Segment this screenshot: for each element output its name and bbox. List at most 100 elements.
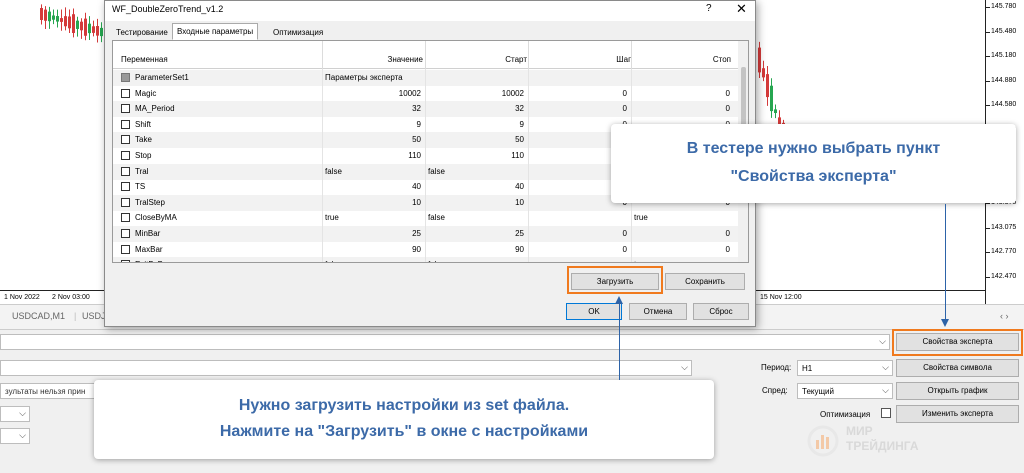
row-checkbox[interactable]: [121, 229, 130, 238]
symbol-tab[interactable]: USDCAD,M1: [12, 311, 65, 321]
cell-variable: Stop: [135, 151, 152, 160]
row-checkbox[interactable]: [121, 119, 130, 129]
chevron-down-icon: ⌵: [19, 408, 26, 418]
small-select[interactable]: ⌵: [0, 428, 30, 444]
cell-stop[interactable]: true: [634, 213, 648, 222]
cell-variable: MaxBar: [135, 244, 163, 254]
tab-testing[interactable]: Тестирование: [111, 24, 173, 40]
row-checkbox[interactable]: [121, 73, 130, 82]
cell-start[interactable]: 9: [426, 120, 524, 129]
cell-step[interactable]: 0: [529, 104, 627, 113]
time-label: 1 Nov 2022: [4, 294, 40, 301]
callout-line: В тестере нужно выбрать пункт: [686, 140, 941, 157]
cell-value[interactable]: 10002: [323, 89, 421, 98]
cell-start[interactable]: 40: [426, 182, 524, 191]
candle-body: [88, 23, 91, 34]
cell-value[interactable]: 50: [323, 135, 421, 144]
candle-body: [64, 16, 67, 27]
cell-start[interactable]: 32: [426, 104, 524, 113]
column-header-value[interactable]: Значение: [319, 55, 423, 64]
cell-value[interactable]: false: [325, 167, 342, 176]
row-checkbox[interactable]: [121, 135, 130, 145]
cell-stop[interactable]: 0: [632, 245, 730, 254]
tab-optimization[interactable]: Оптимизация: [268, 24, 328, 40]
price-tick: [986, 56, 990, 57]
row-checkbox[interactable]: [121, 151, 130, 160]
price-tick: [986, 227, 990, 229]
open-chart-button[interactable]: Открыть график: [896, 382, 1019, 400]
cell-start[interactable]: 10002: [426, 89, 524, 98]
cell-value[interactable]: 9: [323, 120, 421, 129]
expert-select[interactable]: ⌵: [0, 334, 890, 350]
cell-start[interactable]: 10: [426, 198, 524, 207]
cell-variable: ParameterSet1: [135, 73, 189, 82]
ok-button[interactable]: OK: [566, 303, 622, 320]
candle-body: [96, 26, 99, 36]
price-label: 145.180: [991, 52, 1017, 59]
reset-button[interactable]: Сброс: [693, 303, 749, 320]
symbol-properties-button[interactable]: Свойства символа: [896, 359, 1019, 377]
tab-input-parameters[interactable]: Входные параметры: [172, 23, 259, 40]
cell-start[interactable]: 50: [426, 135, 524, 144]
row-checkbox[interactable]: [121, 213, 130, 223]
optimization-checkbox[interactable]: [881, 408, 891, 418]
cell-start[interactable]: 110: [426, 151, 524, 160]
cell-step[interactable]: 0: [529, 245, 627, 254]
cell-value[interactable]: 10: [323, 198, 421, 207]
cell-start[interactable]: 90: [426, 245, 524, 254]
price-label: 145.780: [991, 3, 1017, 10]
dialog-title: WF_DoubleZeroTrend_v1.2: [112, 4, 224, 14]
row-checkbox[interactable]: [121, 244, 130, 254]
cell-step[interactable]: 0: [529, 229, 627, 238]
cell-start[interactable]: false: [428, 167, 445, 176]
cell-stop[interactable]: 0: [632, 104, 730, 113]
cancel-button[interactable]: Отмена: [629, 303, 687, 320]
row-checkbox[interactable]: [121, 260, 130, 262]
cell-value[interactable]: true: [325, 213, 339, 222]
row-checkbox[interactable]: [121, 182, 130, 192]
candle-body: [48, 11, 51, 22]
tab-scroll-arrows[interactable]: ‹ ›: [1000, 311, 1009, 321]
chevron-down-icon: ⌵: [19, 430, 26, 440]
cell-value[interactable]: 90: [323, 245, 421, 254]
cell-step[interactable]: 0: [529, 89, 627, 98]
cell-start[interactable]: false: [428, 213, 445, 222]
cell-start[interactable]: 25: [426, 229, 524, 238]
cell-value[interactable]: 32: [323, 104, 421, 113]
row-checkbox[interactable]: [121, 166, 130, 176]
row-checkbox[interactable]: [121, 197, 130, 207]
table-header: Переменная Значение Старт Шаг Стоп: [113, 41, 738, 69]
cell-value[interactable]: 40: [323, 182, 421, 191]
symbol-tab[interactable]: USDJ: [82, 311, 106, 321]
spread-select[interactable]: Текущий ⌵: [797, 383, 893, 399]
price-label: 142.770: [991, 248, 1017, 255]
cell-start[interactable]: false: [428, 260, 445, 262]
close-icon[interactable]: ✕: [736, 1, 747, 17]
callout-line: Нужно загрузить настройки из set файла.: [238, 397, 570, 414]
cell-stop[interactable]: 0: [632, 229, 730, 238]
help-icon[interactable]: ?: [706, 3, 712, 14]
small-select[interactable]: ⌵: [0, 406, 30, 422]
cell-variable: Magic: [135, 88, 157, 98]
cell-value[interactable]: false: [325, 260, 342, 262]
column-header-variable[interactable]: Переменная: [121, 55, 168, 64]
price-label: 144.580: [991, 101, 1017, 108]
symbol-select[interactable]: ⌵: [0, 360, 692, 376]
column-header-start[interactable]: Старт: [423, 55, 527, 64]
candle-body: [766, 74, 769, 98]
column-header-stop[interactable]: Стоп: [627, 55, 731, 64]
period-select[interactable]: H1 ⌵: [797, 360, 893, 376]
cell-stop[interactable]: 0: [632, 89, 730, 98]
cell-variable: Take: [135, 135, 152, 145]
cell-value[interactable]: 110: [323, 151, 421, 160]
watermark-logo: МИР ТРЕЙДИНГА: [806, 418, 956, 462]
cell-value[interactable]: 25: [323, 229, 421, 238]
cell-stop[interactable]: true: [634, 260, 648, 262]
cell-variable: Tral: [135, 166, 149, 176]
row-checkbox[interactable]: [121, 88, 130, 98]
save-button[interactable]: Сохранить: [665, 273, 745, 290]
row-checkbox[interactable]: [121, 104, 130, 114]
cell-value[interactable]: Параметры эксперта: [325, 73, 403, 82]
column-header-step[interactable]: Шаг: [527, 55, 631, 64]
arrow-line: [619, 303, 620, 380]
